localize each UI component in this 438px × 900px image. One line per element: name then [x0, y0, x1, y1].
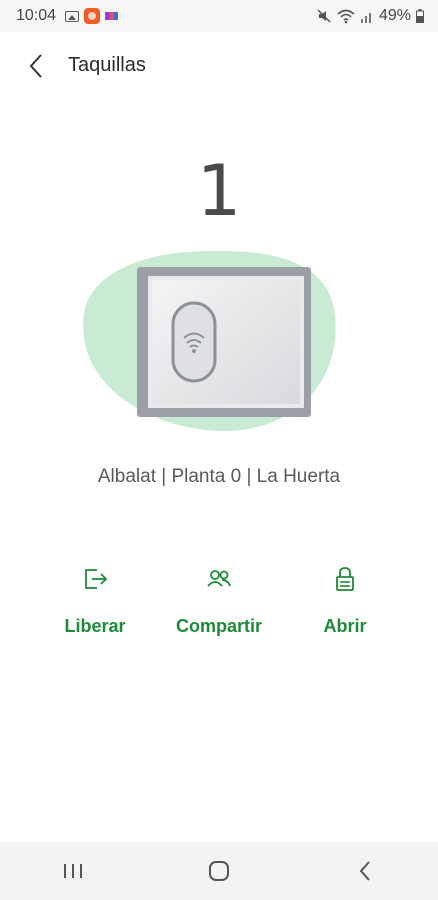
status-bar-right: 49% [316, 7, 424, 25]
status-bar-left: 10:04 [16, 7, 119, 25]
home-icon [209, 861, 229, 881]
battery-percent: 49% [378, 7, 411, 24]
wifi-icon [337, 9, 355, 24]
mute-icon [317, 9, 331, 23]
status-time: 10:04 [16, 7, 57, 24]
bars-icon [105, 12, 119, 20]
signal-icon [360, 13, 371, 23]
release-button[interactable]: Liberar [40, 560, 150, 650]
back-icon [359, 861, 370, 881]
open-button[interactable]: Abrir [290, 560, 400, 650]
app-header: Taquillas [0, 32, 438, 98]
open-label: Abrir [323, 616, 367, 636]
battery-icon [416, 9, 424, 23]
users-icon [207, 570, 231, 587]
lock-icon [336, 567, 354, 591]
exit-icon [85, 569, 108, 589]
gallery-icon [65, 10, 80, 22]
locker-location: Albalat | Planta 0 | La Huerta [97, 466, 341, 487]
status-bar: 10:04 49% [0, 0, 438, 32]
release-label: Liberar [64, 616, 126, 636]
app-notification-icon [84, 8, 101, 24]
chevron-left-icon [29, 54, 42, 78]
locker-with-nfc-icon [83, 250, 336, 432]
home-button[interactable] [189, 851, 249, 891]
share-button[interactable]: Compartir [164, 560, 274, 650]
recent-apps-icon [64, 864, 82, 878]
action-bar: Liberar Compartir Abrir [0, 560, 438, 660]
recent-apps-button[interactable] [43, 851, 103, 891]
page-title: Taquillas [68, 54, 146, 76]
system-nav-bar [0, 842, 438, 900]
system-back-button[interactable] [335, 851, 395, 891]
share-label: Compartir [175, 616, 262, 636]
nfc-reader [171, 301, 217, 383]
back-button[interactable] [22, 52, 50, 80]
locker-number: 1 [196, 150, 242, 232]
